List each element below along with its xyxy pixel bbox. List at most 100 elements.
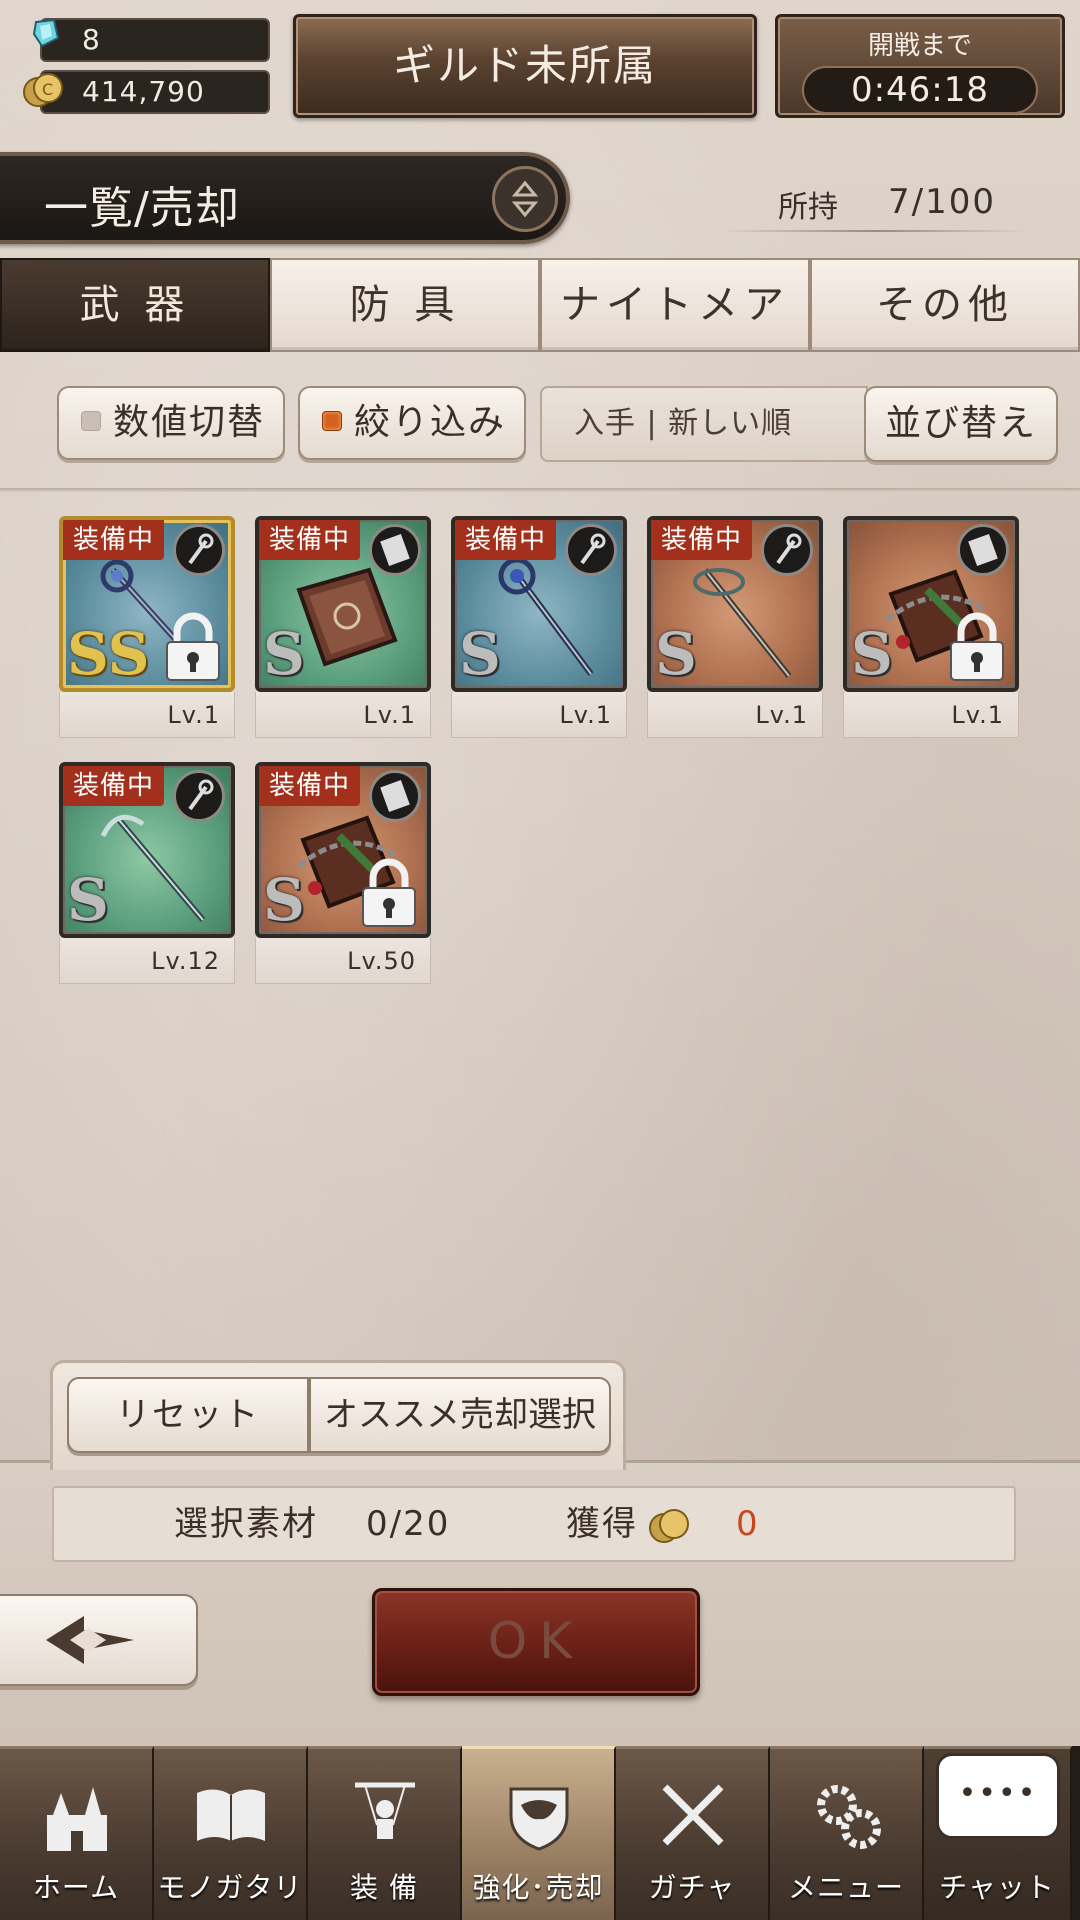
rank-label: SS: [67, 620, 150, 688]
owned-count: 7/100: [888, 182, 996, 222]
nav-gacha[interactable]: ガチャ: [616, 1746, 770, 1920]
rank-label: S: [459, 620, 501, 688]
open-book-icon: [197, 1789, 265, 1841]
gold-amount: 414,790: [82, 75, 205, 108]
guild-status-button[interactable]: ギルド未所属: [293, 14, 757, 118]
item-level: Lv.1: [843, 692, 1019, 738]
item-thumbnail: 装備中 S: [451, 516, 627, 692]
guild-status-label: ギルド未所属: [392, 41, 657, 90]
bottom-nav: ホーム モノガタリ 装 備 強化･売却 ガチャ メニュー •••• チャット: [0, 1746, 1080, 1920]
nav-label: ガチャ: [648, 1871, 736, 1904]
narrow-filter-label: 絞り込み: [354, 402, 507, 443]
item-level: Lv.1: [451, 692, 627, 738]
checkbox-off-icon: [81, 411, 101, 431]
lock-icon: [950, 612, 1004, 681]
gain-amount: 0: [736, 1504, 758, 1544]
nav-chat[interactable]: •••• チャット: [924, 1746, 1072, 1920]
selected-materials-count: 0/20: [366, 1504, 451, 1544]
back-arrow-icon: [46, 1616, 134, 1664]
battle-countdown-timer: 0:46:18: [802, 66, 1038, 114]
item-thumbnail: 装備中 S: [59, 762, 235, 938]
staff-icon: [173, 770, 225, 822]
gain-label: 獲得: [566, 1504, 638, 1544]
recommend-sell-button[interactable]: オススメ売却選択: [309, 1377, 611, 1453]
battle-countdown[interactable]: 開戦まで 0:46:18: [775, 14, 1065, 118]
item-thumbnail: 装備中 SS: [59, 516, 235, 692]
gold-counter: 414,790: [40, 70, 270, 114]
selected-materials-label: 選択素材: [174, 1504, 318, 1544]
gears-icon: [817, 1785, 881, 1849]
tab-armor[interactable]: 防 具: [270, 258, 540, 352]
book-icon: [369, 770, 421, 822]
item-level: Lv.1: [59, 692, 235, 738]
category-tabs: 武 器 防 具 ナイトメア その他: [0, 258, 1080, 352]
gem-count: 8: [82, 23, 101, 56]
top-bar: 8 414,790 C ギルド未所属 開戦まで 0:46:18: [0, 0, 1080, 130]
equipped-badge: 装備中: [651, 520, 753, 560]
rank-label: S: [263, 620, 305, 688]
switch-arrows-icon: [511, 180, 539, 218]
staff-icon: [761, 524, 813, 576]
sort-order-field[interactable]: 入手 | 新しい順: [540, 386, 868, 462]
tab-other[interactable]: その他: [810, 258, 1080, 352]
item-thumbnail: S: [843, 516, 1019, 692]
checkbox-on-icon: [322, 411, 342, 431]
nav-story[interactable]: モノガタリ: [154, 1746, 308, 1920]
reset-button[interactable]: リセット: [67, 1377, 309, 1453]
rank-label: S: [655, 620, 697, 688]
staff-icon: [173, 524, 225, 576]
shield-mask-icon: [509, 1787, 569, 1851]
tab-weapons[interactable]: 武 器: [0, 258, 270, 352]
back-button[interactable]: [0, 1594, 198, 1686]
lock-icon: [362, 858, 416, 927]
nav-menu[interactable]: メニュー: [770, 1746, 924, 1920]
selection-actions: リセット オススメ売却選択: [50, 1360, 626, 1470]
equipped-badge: 装備中: [63, 766, 165, 806]
equipped-badge: 装備中: [455, 520, 557, 560]
sort-button[interactable]: 並び替え: [864, 386, 1058, 462]
item-thumbnail: 装備中 S: [255, 762, 431, 938]
nav-equipment[interactable]: 装 備: [308, 1746, 462, 1920]
view-switch-button[interactable]: [492, 166, 558, 232]
tab-nightmare[interactable]: ナイトメア: [540, 258, 810, 352]
item-thumbnail: 装備中 S: [255, 516, 431, 692]
item-card[interactable]: 装備中 S Lv.50: [255, 762, 431, 988]
svg-text:C: C: [42, 80, 53, 99]
nav-label: メニュー: [787, 1871, 904, 1904]
owned-label: 所持: [778, 190, 838, 225]
item-level: Lv.1: [647, 692, 823, 738]
item-card[interactable]: S Lv.1: [843, 516, 1019, 742]
item-card[interactable]: 装備中 S Lv.1: [647, 516, 823, 742]
rank-label: S: [851, 620, 893, 688]
item-thumbnail: 装備中 S: [647, 516, 823, 692]
nav-home[interactable]: ホーム: [0, 1746, 154, 1920]
book-icon: [369, 524, 421, 576]
battle-countdown-label: 開戦まで: [867, 31, 972, 61]
castle-icon: [47, 1787, 107, 1851]
nav-enhance-sell[interactable]: 強化･売却: [462, 1746, 616, 1920]
book-icon: [957, 524, 1009, 576]
nav-label: チャット: [939, 1871, 1055, 1904]
equipped-badge: 装備中: [63, 520, 165, 560]
gem-counter: 8: [40, 18, 270, 62]
value-toggle-button[interactable]: 数値切替: [57, 386, 285, 460]
item-card[interactable]: 装備中 S Lv.1: [255, 516, 431, 742]
page-title-plate[interactable]: 一覧/売却: [0, 152, 570, 244]
nav-label: 強化･売却: [472, 1871, 604, 1904]
rank-label: S: [263, 866, 305, 934]
nav-label: モノガタリ: [157, 1871, 303, 1904]
divider: [720, 230, 1030, 232]
lock-icon: [166, 612, 220, 681]
gem-icon: [32, 18, 60, 48]
item-card[interactable]: 装備中 SS Lv.1: [59, 516, 235, 742]
puppet-icon: [355, 1782, 415, 1839]
item-level: Lv.1: [255, 692, 431, 738]
value-toggle-label: 数値切替: [113, 402, 266, 443]
narrow-filter-button[interactable]: 絞り込み: [298, 386, 526, 460]
item-card[interactable]: 装備中 S Lv.12: [59, 762, 235, 988]
ok-button[interactable]: OK: [372, 1588, 700, 1696]
item-card[interactable]: 装備中 S Lv.1: [451, 516, 627, 742]
item-level: Lv.12: [59, 938, 235, 984]
chat-bubble-icon: ••••: [936, 1753, 1060, 1839]
rank-label: S: [67, 866, 109, 934]
